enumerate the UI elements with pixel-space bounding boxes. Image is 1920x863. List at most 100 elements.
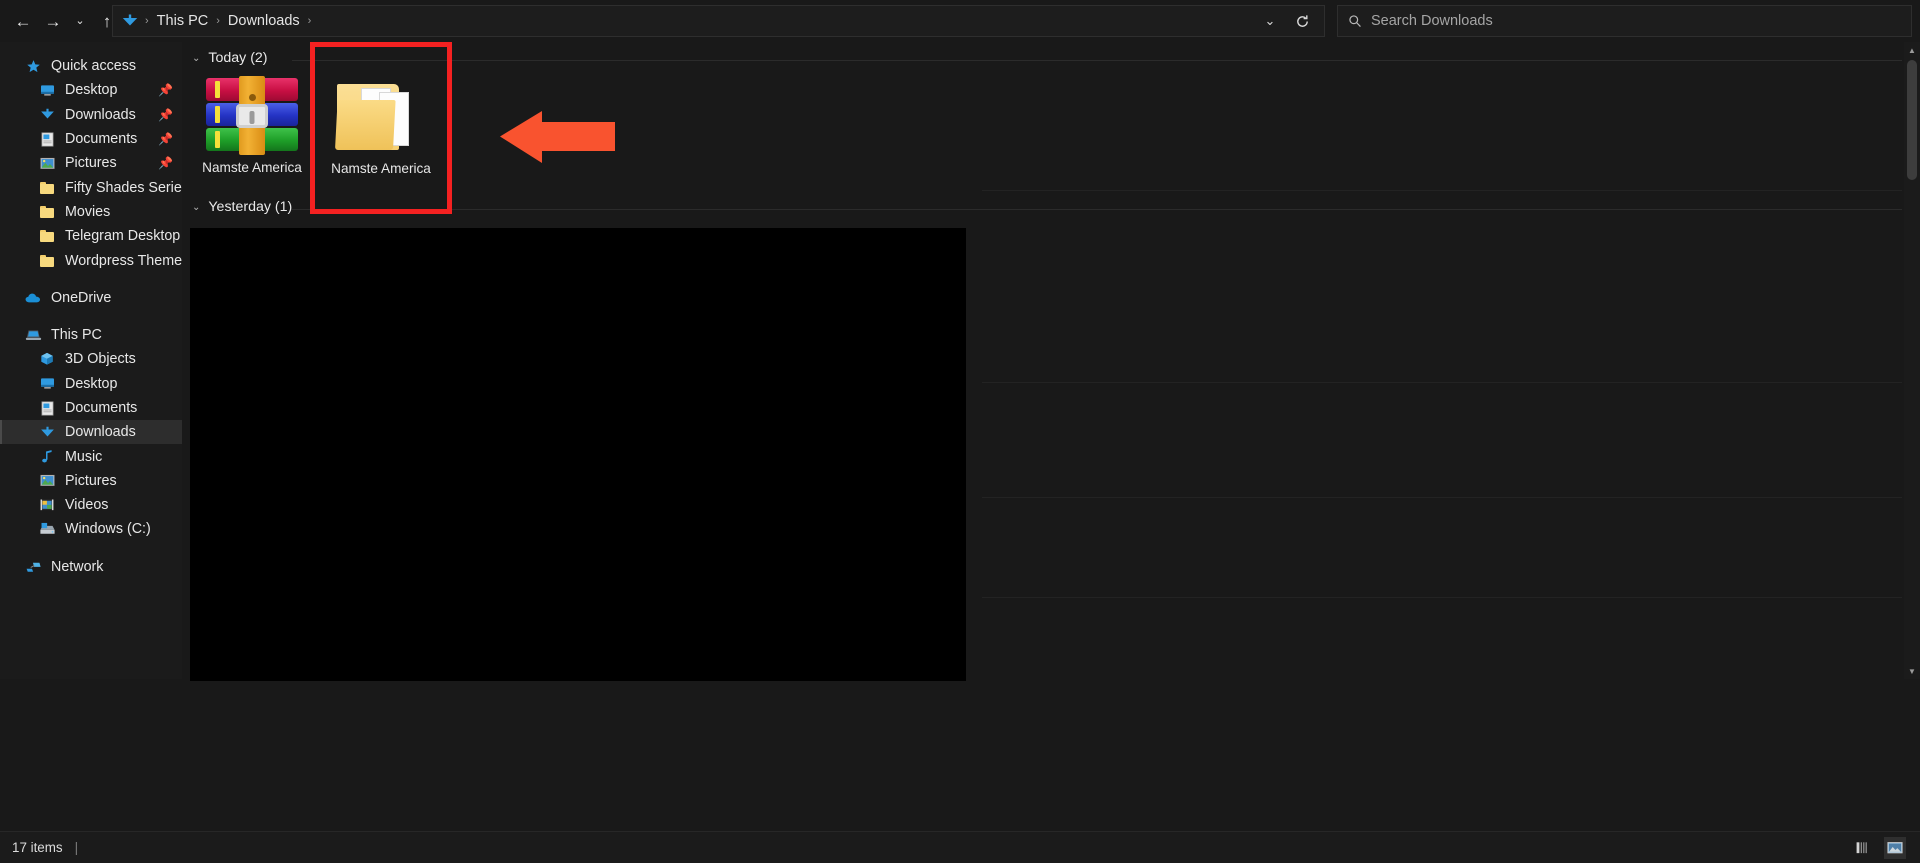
sidebar-item-downloads[interactable]: Downloads 📌	[0, 103, 182, 127]
pictures-icon	[36, 154, 58, 172]
search-icon	[1349, 15, 1361, 28]
sidebar-item-this-pc[interactable]: This PC	[0, 323, 182, 347]
details-view-icon[interactable]	[1852, 837, 1874, 859]
sidebar-label: Desktop	[65, 82, 118, 99]
sidebar-label: Quick access	[51, 58, 137, 75]
group-divider	[292, 209, 1902, 210]
item-count-label: 17 items	[12, 840, 63, 855]
sidebar-item-music[interactable]: Music	[0, 444, 182, 468]
chevron-down-icon[interactable]: ⌄	[192, 202, 200, 213]
sidebar-item-desktop[interactable]: Desktop 📌	[0, 78, 182, 102]
chevron-down-icon[interactable]: ⌄	[192, 53, 200, 64]
sidebar-label: Downloads	[65, 106, 136, 123]
pictures-icon	[36, 472, 58, 490]
sidebar-label: Desktop	[65, 375, 118, 392]
sidebar-item-videos[interactable]: Videos	[0, 493, 182, 517]
pin-icon[interactable]: 📌	[158, 132, 173, 146]
row-divider	[982, 382, 1902, 383]
thumbnails-view-icon[interactable]	[1884, 836, 1906, 859]
scroll-up-icon[interactable]: ▲	[1904, 42, 1920, 58]
breadcrumb-separator: ›	[145, 15, 149, 27]
sidebar-item-documents[interactable]: Documents 📌	[0, 127, 182, 151]
sidebar-label: This PC	[51, 327, 102, 344]
breadcrumb-separator: ›	[307, 15, 312, 27]
forward-icon[interactable]: →	[38, 5, 68, 37]
music-icon	[36, 448, 58, 466]
sidebar-item-windows-c[interactable]: Windows (C:)	[0, 517, 182, 541]
sidebar-label: Videos	[65, 497, 109, 514]
sidebar-item-onedrive[interactable]: OneDrive	[0, 286, 182, 310]
sidebar-item-pictures-pc[interactable]: Pictures	[0, 469, 182, 493]
file-item-archive[interactable]: Namste America	[193, 76, 311, 175]
sidebar-label: 3D Objects	[65, 351, 136, 368]
drive-icon	[36, 520, 58, 538]
sidebar-item-network[interactable]: Network	[0, 555, 182, 579]
pin-icon[interactable]: 📌	[158, 83, 173, 97]
pin-icon[interactable]: 📌	[158, 108, 173, 122]
nav-button-group: ← → ⌄ ↑	[0, 5, 122, 37]
navigation-pane: Quick access Desktop 📌 Downloads 📌 Docum…	[0, 42, 182, 679]
sidebar-item-fifty-shades-series[interactable]: Fifty Shades Series	[0, 175, 182, 199]
sidebar-item-documents-pc[interactable]: Documents	[0, 396, 182, 420]
sidebar-label: Documents	[65, 131, 138, 148]
status-separator: |	[74, 840, 79, 855]
sidebar-label: Pictures	[65, 155, 117, 172]
sidebar-label: Network	[51, 558, 104, 575]
breadcrumb-separator: ›	[216, 15, 220, 27]
media-preview-overlay	[190, 228, 966, 681]
breadcrumb-item-this-pc[interactable]: This PC	[151, 13, 215, 29]
pin-icon[interactable]: 📌	[158, 156, 173, 170]
sidebar-item-movies[interactable]: Movies	[0, 200, 182, 224]
sidebar-label: Fifty Shades Series	[65, 179, 182, 196]
back-icon[interactable]: ←	[8, 5, 38, 37]
sidebar-item-downloads-pc[interactable]: Downloads	[0, 420, 182, 445]
videos-icon	[36, 496, 58, 514]
sidebar-label: Music	[65, 448, 103, 465]
address-bar-actions: ⌄	[1254, 6, 1318, 36]
folder-icon	[36, 227, 58, 245]
row-divider	[982, 497, 1902, 498]
sidebar-item-telegram-desktop[interactable]: Telegram Desktop	[0, 224, 182, 248]
annotation-arrow-icon	[498, 110, 616, 170]
sidebar-label: Windows (C:)	[65, 521, 151, 538]
documents-icon	[36, 399, 58, 417]
computer-icon	[22, 326, 44, 344]
scrollbar-thumb[interactable]	[1907, 60, 1917, 180]
file-item-label: Namste America	[202, 160, 302, 175]
vertical-scrollbar[interactable]: ▲ ▼	[1904, 42, 1920, 679]
group-header-today[interactable]: ⌄ Today (2)	[192, 50, 268, 66]
sidebar-item-quick-access[interactable]: Quick access	[0, 54, 182, 78]
group-header-yesterday[interactable]: ⌄ Yesterday (1)	[192, 199, 292, 215]
group-divider	[292, 60, 1902, 61]
sidebar-item-pictures[interactable]: Pictures 📌	[0, 151, 182, 175]
breadcrumb-item-downloads[interactable]: Downloads	[222, 13, 306, 29]
desktop-icon	[36, 81, 58, 99]
sidebar-label: Wordpress Themes	[65, 252, 182, 269]
sidebar-item-wordpress-themes[interactable]: Wordpress Themes	[0, 248, 182, 272]
folder-icon	[36, 203, 58, 221]
chevron-down-icon[interactable]: ⌄	[1254, 6, 1286, 36]
sidebar-label: Pictures	[65, 472, 117, 489]
folder-icon	[36, 179, 58, 197]
folder-icon	[36, 252, 58, 270]
refresh-icon[interactable]	[1286, 6, 1318, 36]
search-box[interactable]: Search Downloads	[1337, 5, 1912, 37]
navigation-toolbar: ← → ⌄ ↑ › This PC › Downloads › ⌄ Search…	[0, 0, 1920, 42]
sidebar-label: Movies	[65, 203, 111, 220]
address-bar[interactable]: › This PC › Downloads › ⌄	[112, 5, 1325, 37]
status-bar: 17 items |	[0, 831, 1920, 863]
file-explorer-window: ← → ⌄ ↑ › This PC › Downloads › ⌄ Search…	[0, 0, 1920, 863]
cloud-icon	[22, 289, 44, 307]
group-label: Today (2)	[208, 50, 268, 66]
winrar-archive-icon	[206, 76, 298, 155]
recent-locations-icon[interactable]: ⌄	[68, 5, 92, 37]
sidebar-item-3d-objects[interactable]: 3D Objects	[0, 347, 182, 371]
scroll-down-icon[interactable]: ▼	[1904, 663, 1920, 679]
row-divider	[982, 597, 1902, 598]
sidebar-item-desktop-pc[interactable]: Desktop	[0, 372, 182, 396]
documents-icon	[36, 130, 58, 148]
row-divider	[982, 190, 1902, 191]
